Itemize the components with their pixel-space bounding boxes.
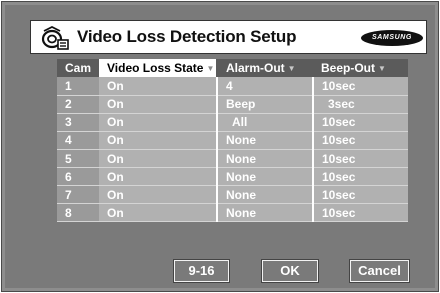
table-row: 7 On None 10sec	[57, 185, 408, 205]
cam-number: 5	[57, 149, 99, 169]
alarm-out-cell[interactable]: Beep	[217, 95, 314, 114]
beep-out-cell[interactable]: 10sec	[313, 167, 408, 187]
video-loss-state-cell[interactable]: On	[99, 203, 218, 223]
column-header-beep-out-label: Beep-Out	[321, 61, 375, 76]
alarm-out-cell[interactable]: None	[217, 185, 314, 205]
page-title: Video Loss Detection Setup	[77, 27, 297, 46]
samsung-logo: SAMSUNG	[361, 30, 423, 46]
cam-number: 1	[57, 77, 99, 96]
column-header-cam-label: Cam	[65, 61, 92, 76]
dropdown-arrow-icon[interactable]: ▼	[288, 64, 296, 73]
column-header-alarm-out[interactable]: Alarm-Out ▼	[217, 59, 313, 78]
alarm-out-cell[interactable]: None	[217, 131, 314, 150]
beep-out-cell[interactable]: 3sec	[313, 95, 408, 114]
camera-settings-table: Cam Video Loss State ▼ Alarm-Out ▼ Beep-Ou…	[57, 59, 408, 223]
video-loss-state-cell[interactable]: On	[99, 77, 218, 96]
camera-icon	[41, 26, 69, 50]
video-loss-state-cell[interactable]: On	[99, 149, 218, 169]
table-row: 2 On Beep 3sec	[57, 95, 408, 114]
table-row: 4 On None 10sec	[57, 131, 408, 150]
beep-out-cell[interactable]: 10sec	[313, 77, 408, 96]
alarm-out-cell[interactable]: All	[217, 113, 314, 132]
alarm-out-cell[interactable]: None	[217, 167, 314, 187]
cam-number: 8	[57, 203, 99, 223]
cam-number: 7	[57, 185, 99, 205]
dropdown-arrow-icon[interactable]: ▼	[378, 64, 386, 73]
table-row: 1 On 4 10sec	[57, 77, 408, 96]
table-row: 6 On None 10sec	[57, 167, 408, 187]
video-loss-state-cell[interactable]: On	[99, 131, 218, 150]
video-loss-state-cell[interactable]: On	[99, 185, 218, 205]
video-loss-state-cell[interactable]: On	[99, 113, 218, 132]
beep-out-cell[interactable]: 10sec	[313, 113, 408, 132]
column-header-beep-out[interactable]: Beep-Out ▼	[313, 59, 408, 78]
beep-out-cell[interactable]: 10sec	[313, 185, 408, 205]
alarm-out-cell[interactable]: None	[217, 203, 314, 223]
cam-number: 3	[57, 113, 99, 132]
column-header-alarm-out-label: Alarm-Out	[226, 61, 285, 76]
column-header-video-loss-state-label: Video Loss State	[107, 61, 204, 76]
alarm-out-cell[interactable]: None	[217, 149, 314, 169]
table-header-row: Cam Video Loss State ▼ Alarm-Out ▼ Beep-Ou…	[57, 59, 408, 78]
cancel-button[interactable]: Cancel	[349, 259, 410, 283]
cam-number: 4	[57, 131, 99, 150]
video-loss-state-cell[interactable]: On	[99, 167, 218, 187]
dialog-frame: Video Loss Detection Setup SAMSUNG Cam V…	[1, 1, 439, 292]
beep-out-cell[interactable]: 10sec	[313, 149, 408, 169]
column-header-cam: Cam	[57, 59, 99, 78]
next-page-button[interactable]: 9-16	[173, 259, 230, 283]
cam-number: 6	[57, 167, 99, 187]
table-row: 3 On All 10sec	[57, 113, 408, 132]
table-row: 5 On None 10sec	[57, 149, 408, 169]
alarm-out-cell[interactable]: 4	[217, 77, 314, 96]
table-row: 8 On None 10sec	[57, 203, 408, 223]
cam-number: 2	[57, 95, 99, 114]
ok-button[interactable]: OK	[261, 259, 319, 283]
column-header-video-loss-state[interactable]: Video Loss State ▼	[99, 59, 218, 78]
video-loss-state-cell[interactable]: On	[99, 95, 218, 114]
dropdown-arrow-icon[interactable]: ▼	[206, 64, 214, 73]
beep-out-cell[interactable]: 10sec	[313, 131, 408, 150]
title-bar: Video Loss Detection Setup SAMSUNG	[30, 20, 427, 54]
beep-out-cell[interactable]: 10sec	[313, 203, 408, 223]
